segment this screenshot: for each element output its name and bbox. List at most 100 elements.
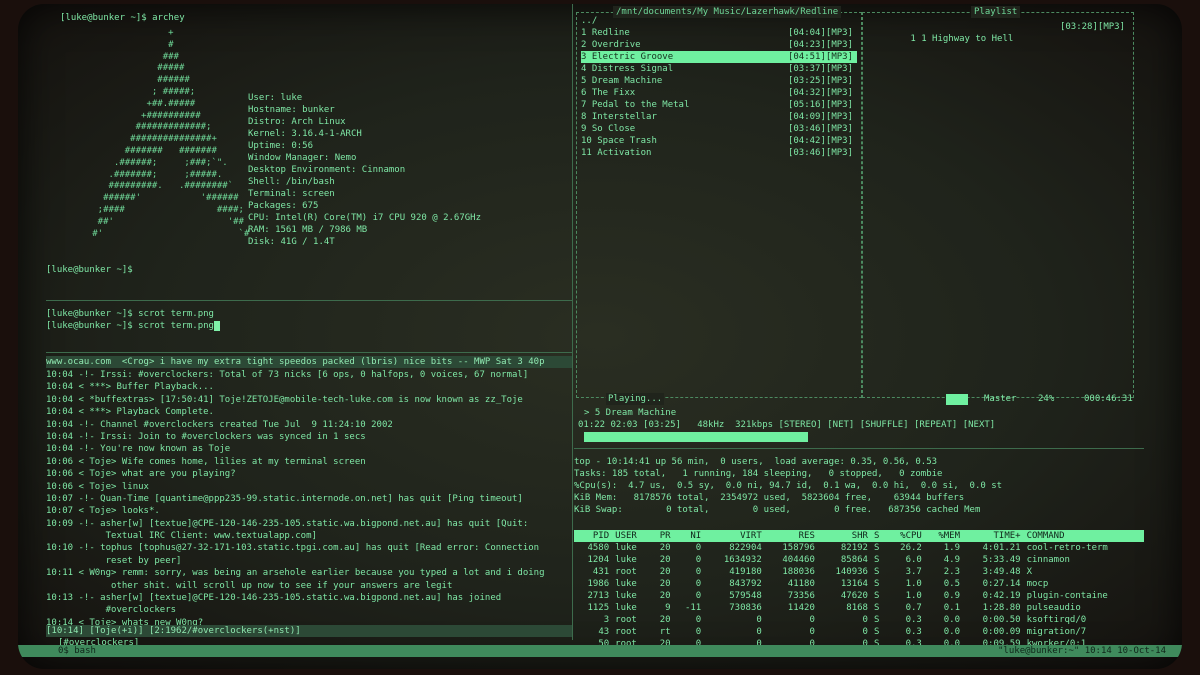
irc-message: 10:04 -!- Irssi: #overclockers: Total of…	[46, 370, 529, 380]
process-row[interactable]: 1204 luke 20 0 1634932 404460 85864 S 6.0 4.9 5:33…	[574, 554, 1144, 566]
crt-screen: [luke@bunker ~]$ archey + # ### ##### ##…	[18, 4, 1182, 669]
top-summary-line: KiB Mem: 8178576 total, 2354972 used, 58…	[574, 493, 965, 503]
process-cell: S	[873, 591, 880, 601]
scrot-pane[interactable]: [luke@bunker ~]$ scrot term.png [luke@bu…	[46, 304, 572, 352]
irc-message-list: 10:04 -!- Irssi: #overclockers: Total of…	[46, 369, 572, 629]
process-cell: 4580	[587, 543, 610, 553]
process-cell: 41180	[787, 579, 815, 589]
process-cell: 20	[659, 615, 671, 625]
track-item[interactable]: 4 Distress Signal [03:37][MP3]	[581, 63, 857, 75]
column-header: COMMAND	[1026, 531, 1065, 541]
process-cell: 1125	[587, 603, 610, 613]
track-name: 2 Overdrive	[581, 40, 641, 50]
playing-label: Playing...	[606, 393, 665, 405]
column-header: TIME+	[993, 531, 1021, 541]
arch-logo-line: +	[76, 28, 174, 38]
column-header: VIRT	[740, 531, 762, 541]
column-header: RES	[798, 531, 815, 541]
process-cell: S	[873, 567, 880, 577]
playlist-title: Playlist	[971, 6, 1021, 18]
process-row[interactable]: 2713 luke 20 0 579548 73356 47620 S 1.0 0.9 0:42.1…	[574, 590, 1144, 602]
total-time: 000:46:31	[1084, 394, 1133, 404]
track-item[interactable]: 11 Activation [03:46][MP3]	[581, 147, 857, 159]
track-duration: [04:09][MP3]	[787, 112, 853, 122]
top-pane[interactable]: top - 10:14:41 up 56 min, 0 users, load …	[574, 456, 1144, 650]
process-cell: 43	[598, 627, 610, 637]
progress-track[interactable]	[584, 432, 1144, 442]
irc-message: 10:06 < Toje> linux	[46, 481, 149, 492]
process-cell: pulseaudio	[1026, 603, 1081, 613]
music-player-pane[interactable]: /mnt/documents/My Music/Lazerhawk/Redlin…	[574, 4, 1144, 448]
irc-pane[interactable]: www.ocau.com <Crog> i have my extra tigh…	[46, 356, 572, 656]
process-cell: luke	[615, 543, 637, 553]
arch-logo-line: #' `#	[76, 228, 250, 239]
process-cell: 404460	[782, 555, 815, 565]
top-summary-line: Tasks: 185 total, 1 running, 184 sleepin…	[574, 469, 943, 479]
arch-logo-line: ##' '##	[76, 216, 244, 227]
process-row[interactable]: 1125 luke 9 -11 730836 11420 8168 S 0.7 0.1 1:28.8…	[574, 602, 1144, 614]
process-cell: 579548	[729, 591, 762, 601]
process-cell: 0	[809, 615, 815, 625]
process-cell: 5:33.49	[982, 555, 1021, 565]
irc-message: 10:11 < W0ng> remm: sorry, was being an …	[46, 568, 545, 579]
column-header: USER	[615, 531, 637, 541]
track-item[interactable]: 1 Redline [04:04][MP3]	[581, 27, 857, 39]
track-item[interactable]: 7 Pedal to the Metal [05:16][MP3]	[581, 99, 857, 111]
process-cell: root	[615, 567, 637, 577]
track-duration: [04:51][MP3]	[787, 52, 853, 62]
process-row[interactable]: 1986 luke 20 0 843792 41180 13164 S 1.0 0.5 0:27.1…	[574, 578, 1144, 590]
window-tab[interactable]: 0$ bash	[58, 645, 96, 657]
irc-message: 10:10 -!- tophus [tophus@27-32-171-103.s…	[46, 543, 540, 554]
divider-vertical	[572, 4, 573, 640]
arch-logo-line: ######' '######	[76, 193, 239, 204]
column-header: PID	[592, 531, 610, 541]
arch-logo-line: #####	[76, 63, 185, 74]
irc-message: other shit. will scroll up now to see if…	[46, 580, 453, 591]
playlist-item[interactable]: 1 1 Highway to Hell [03:28][MP3]	[867, 21, 1129, 44]
arch-logo-line: ; #####;	[76, 86, 196, 97]
divider-archey	[46, 300, 572, 301]
process-table-header: PID USER PR NI VIRT RES SHR S %CPU %MEM TIME+ COMMA…	[574, 530, 1144, 542]
process-cell: 73356	[787, 591, 815, 601]
system-info-line: Terminal: screen	[248, 189, 335, 199]
track-item[interactable]: 2 Overdrive [04:23][MP3]	[581, 39, 857, 51]
track-item[interactable]: 5 Dream Machine [03:25][MP3]	[581, 75, 857, 87]
system-info-line: CPU: Intel(R) Core(TM) i7 CPU 920 @ 2.67…	[248, 213, 481, 223]
track-item[interactable]: 10 Space Trash [04:42][MP3]	[581, 135, 857, 147]
track-duration: [03:37][MP3]	[787, 64, 853, 74]
volume-indicator	[946, 394, 968, 405]
process-cell: 11420	[787, 603, 815, 613]
process-row[interactable]: 43 root rt 0 0 0 0 S 0.3 0.0 0:00.09 migration/7	[574, 626, 1144, 638]
system-info-line: Kernel: 3.16.4-1-ARCH	[248, 129, 362, 139]
arch-logo-line: ###	[76, 51, 179, 62]
track-item[interactable]: 8 Interstellar [04:09][MP3]	[581, 111, 857, 123]
track-name: 1 Redline	[581, 28, 630, 38]
process-row[interactable]: 431 root 20 0 419180 188036 140936 S 3.7 2.3 3:49.…	[574, 566, 1144, 578]
process-row[interactable]: 4580 luke 20 0 822904 158796 82192 S 26.2 1.9 4:01…	[574, 542, 1144, 554]
process-cell: plugin-containe	[1026, 591, 1108, 601]
process-cell: 2.3	[943, 567, 961, 577]
master-label: Master	[984, 394, 1017, 404]
process-cell: 26.2	[900, 543, 922, 553]
process-cell: 3:49.48	[982, 567, 1021, 577]
scrot-line-2: [luke@bunker ~]$ scrot term.png	[46, 320, 220, 332]
irc-message: 10:07 -!- Quan-Time [quantime@ppp235-99.…	[46, 493, 523, 504]
process-cell: 8168	[846, 603, 868, 613]
arch-logo-line: .#######; ;#####.	[76, 169, 223, 180]
process-cell: 0.3	[905, 627, 922, 637]
track-duration: [04:42][MP3]	[787, 136, 853, 146]
track-name: 5 Dream Machine	[581, 76, 663, 86]
top-summary: top - 10:14:41 up 56 min, 0 users, load …	[574, 456, 1144, 516]
track-item[interactable]: 3 Electric Groove [04:51][MP3]	[581, 51, 857, 63]
process-cell: 3	[603, 615, 610, 625]
track-item[interactable]: 9 So Close [03:46][MP3]	[581, 123, 857, 135]
track-item[interactable]: 6 The Fixx [04:32][MP3]	[581, 87, 857, 99]
archey-pane[interactable]: [luke@bunker ~]$ archey + # ### ##### ##…	[46, 8, 572, 300]
irc-message: 10:06 < Toje> what are you playing?	[46, 469, 236, 480]
irc-message: reset by peer]	[46, 555, 182, 566]
process-row[interactable]: 3 root 20 0 0 0 0 S 0.3 0.0 0:00.50 ksoftirqd/0	[574, 614, 1144, 626]
track-name: 8 Interstellar	[581, 112, 657, 122]
process-cell: 1:28.80	[982, 603, 1021, 613]
parent-directory[interactable]: ../	[581, 15, 857, 27]
process-cell: migration/7	[1026, 627, 1087, 637]
